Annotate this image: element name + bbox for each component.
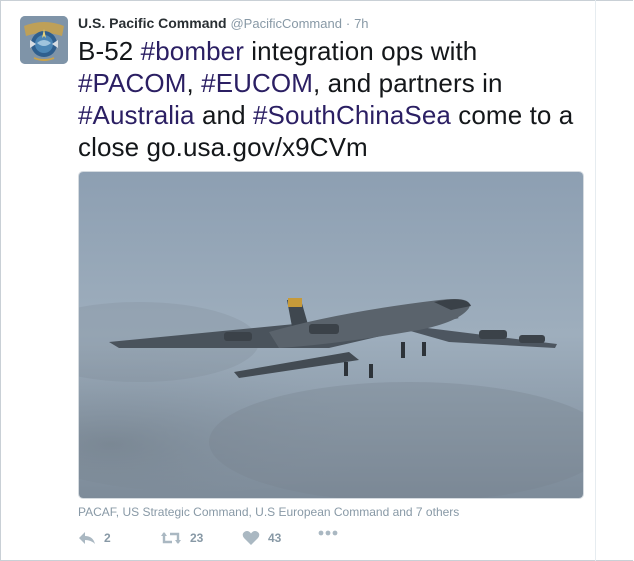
more-dots-icon <box>318 530 338 536</box>
b52-bomber-image <box>79 172 583 498</box>
hashtag-southchinasea[interactable]: #SouthChinaSea <box>253 100 451 130</box>
text-fragment: B-52 <box>78 36 141 66</box>
retweet-count: 23 <box>190 531 204 545</box>
author-handle[interactable]: @PacificCommand <box>230 16 341 31</box>
hashtag-bomber[interactable]: #bomber <box>141 36 244 66</box>
separator-dot: · <box>345 16 351 31</box>
reply-icon <box>79 532 95 544</box>
tweet-photo[interactable] <box>78 171 584 499</box>
hashtag-pacom[interactable]: #PACOM <box>78 68 186 98</box>
author-name[interactable]: U.S. Pacific Command <box>78 15 227 31</box>
command-seal-logo <box>20 16 68 64</box>
timestamp[interactable]: 7h <box>354 16 368 31</box>
retweet-button[interactable]: 23 <box>160 530 203 546</box>
like-button[interactable]: 43 <box>242 530 281 546</box>
reply-count: 2 <box>104 531 111 545</box>
text-fragment: and <box>194 100 253 130</box>
like-count: 43 <box>268 531 282 545</box>
tweet-text: B-52 #bomber integration ops with #PACOM… <box>78 35 598 163</box>
heart-icon <box>242 531 260 545</box>
retweet-icon <box>161 532 181 544</box>
more-button[interactable] <box>318 530 338 536</box>
hashtag-eucom[interactable]: #EUCOM <box>201 68 313 98</box>
tagged-users[interactable]: PACAF, US Strategic Command, U.S Europea… <box>78 505 459 519</box>
avatar[interactable] <box>20 16 68 64</box>
text-fragment: , <box>186 68 202 98</box>
text-fragment: , and partners in <box>312 68 503 98</box>
tweet-actions: 2 23 43 <box>78 530 378 550</box>
text-fragment: integration ops with <box>243 36 478 66</box>
tweet-header: U.S. Pacific Command @PacificCommand · 7… <box>78 15 369 31</box>
reply-button[interactable]: 2 <box>78 530 111 546</box>
hashtag-australia[interactable]: #Australia <box>78 100 195 130</box>
tweet-link[interactable]: go.usa.gov/x9CVm <box>147 132 368 162</box>
